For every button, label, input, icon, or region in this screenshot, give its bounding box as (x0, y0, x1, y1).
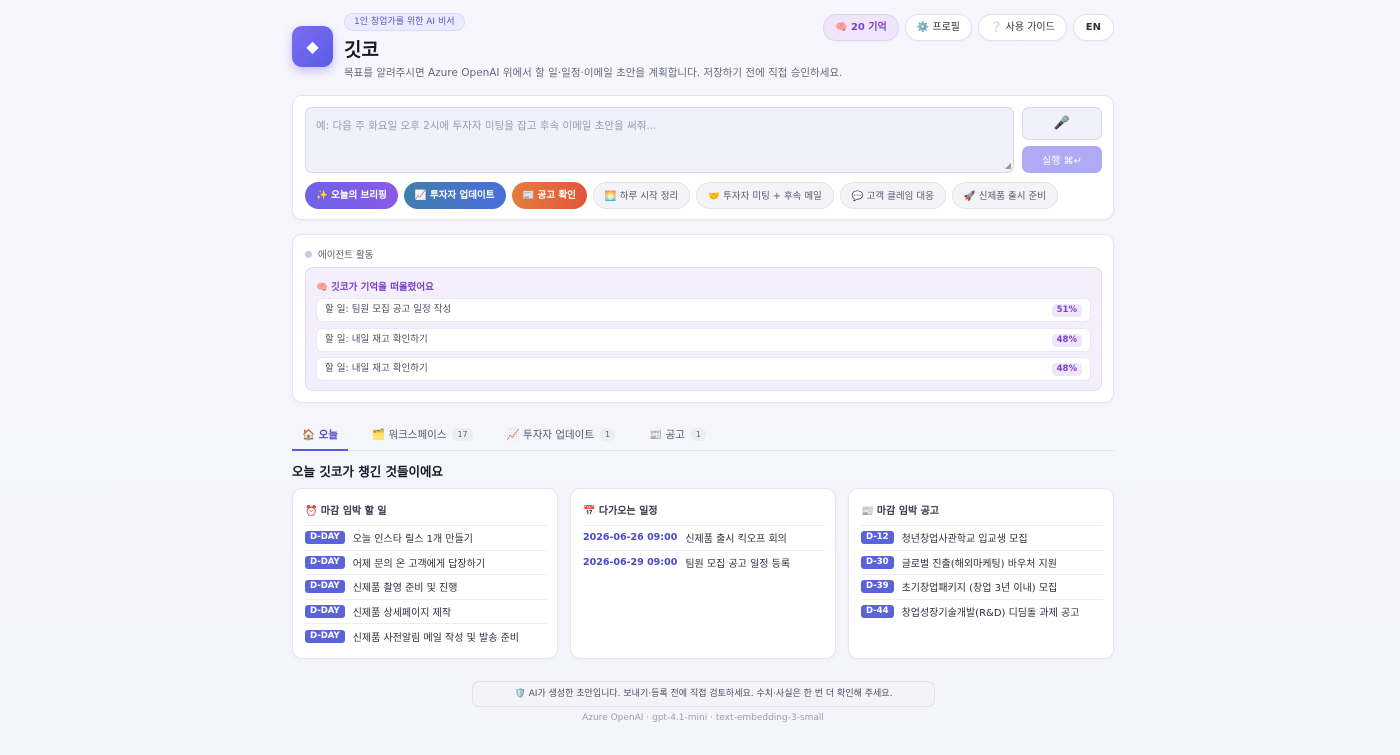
notice-text: 청년창업사관학교 입교생 모집 (901, 534, 1028, 546)
due-tasks-list: D-DAY 오늘 인스타 릴스 1개 만들기 D-DAY 어제 문의 온 고객에게 … (305, 525, 547, 648)
chip-notice-check[interactable]: 📰 공고 확인 (511, 182, 587, 209)
app-title: 깃코 (344, 39, 379, 61)
due-badge: D-DAY (305, 531, 345, 545)
resize-handle-icon[interactable]: ◢ (1005, 161, 1011, 170)
task-text: 신제품 사전알림 메일 작성 및 발송 준비 (352, 632, 519, 644)
notice-text: 초기창업패키지 (창업 3년 이내) 모집 (901, 583, 1058, 595)
header-actions: 🧠 20 기억 ⚙️ 프로필 ❔ 사용 가이드 EN (823, 14, 1114, 41)
task-item[interactable]: D-DAY 오늘 인스타 릴스 1개 만들기 (305, 525, 547, 550)
status-dot-icon (305, 250, 312, 258)
chip-investor-meeting[interactable]: 🤝 투자자 미팅 + 후속 메일 (696, 182, 834, 209)
composer-card: 예: 다음 주 화요일 오후 2시에 투자자 미팅을 잡고 후속 이메일 초안을… (292, 95, 1114, 220)
app-description: 목표를 알려주시면 Azure OpenAI 위에서 할 일·일정·이메일 초안… (344, 67, 843, 79)
due-badge: D-12 (861, 531, 894, 545)
due-tasks-card: ⏰ 마감 임박 할 일 D-DAY 오늘 인스타 릴스 1개 만들기 D-DAY 어… (292, 488, 558, 659)
task-item[interactable]: D-DAY 어제 문의 온 고객에게 답장하기 (305, 549, 547, 575)
today-section-title: 오늘 깃코가 챙긴 것들이에요 (292, 464, 444, 479)
model-info-footer: Azure OpenAI · gpt-4.1-mini · text-embed… (582, 713, 824, 723)
task-item[interactable]: D-DAY 신제품 촬영 준비 및 진행 (305, 574, 547, 599)
chip-daily-briefing[interactable]: ✨ 오늘의 브리핑 (305, 182, 398, 209)
task-item[interactable]: D-DAY 신제품 사전알림 메일 작성 및 발송 준비 (305, 623, 547, 648)
notice-item[interactable]: D-30 글로벌 진출(해외마케팅) 바우처 지원 (861, 549, 1103, 575)
chip-product-launch[interactable]: 🚀 신제품 출시 준비 (951, 182, 1058, 209)
memory-item: 할 일: 팀원 모집 공고 일정 작성 51% (316, 298, 1091, 322)
run-button[interactable]: 실행 ⌘↵ (1022, 146, 1102, 173)
due-badge: D-DAY (305, 555, 345, 569)
due-badge: D-DAY (305, 605, 345, 619)
app-logo-icon: ◆ (292, 26, 333, 67)
notice-text: 창업성장기술개발(R&D) 디딤돌 과제 공고 (901, 608, 1080, 620)
memory-item: 할 일: 내일 재고 확인하기 48% (316, 327, 1091, 352)
tab-count-badge: 1 (690, 428, 706, 441)
schedule-item[interactable]: 2026-06-29 09:00 팀원 모집 공고 일정 등록 (583, 549, 825, 575)
upcoming-schedule-card: 📅 다가오는 일정 2026-06-26 09:00 신제품 출시 킥오프 회의 … (570, 488, 836, 659)
task-text: 신제품 상세페이지 제작 (352, 608, 452, 620)
due-tasks-title: ⏰ 마감 임박 할 일 (305, 506, 387, 517)
tab-label: 📈 투자자 업데이트 (506, 429, 594, 441)
agent-activity-card: 에이전트 활동 🧠 깃코가 기억을 떠올렸어요 할 일: 팀원 모집 공고 일정… (292, 234, 1114, 403)
memory-recall-title: 🧠 깃코가 기억을 떠올렸어요 (316, 282, 434, 293)
agent-activity-heading: 에이전트 활동 (305, 247, 373, 261)
tab-count-badge: 17 (452, 428, 473, 441)
prompt-input[interactable]: 예: 다음 주 화요일 오후 2시에 투자자 미팅을 잡고 후속 이메일 초안을… (305, 107, 1014, 173)
schedule-date: 2026-06-26 09:00 (583, 532, 678, 544)
notice-text: 글로벌 진출(해외마케팅) 바우처 지원 (901, 558, 1057, 570)
notice-item[interactable]: D-12 청년창업사관학교 입교생 모집 (861, 525, 1103, 550)
tab-investor-update[interactable]: 📈 투자자 업데이트 1 (497, 420, 625, 451)
notices-list: D-12 청년창업사관학교 입교생 모집 D-30 글로벌 진출(해외마케팅) 바우… (861, 525, 1103, 623)
tab-count-badge: 1 (600, 428, 616, 441)
notice-item[interactable]: D-44 창업성장기술개발(R&D) 디딤돌 과제 공고 (861, 598, 1103, 624)
main-tabs: 🏠 오늘 🗂️ 워크스페이스 17 📈 투자자 업데이트 1 📰 공고 1 (292, 420, 1114, 451)
task-text: 오늘 인스타 릴스 1개 만들기 (352, 534, 473, 546)
notice-item[interactable]: D-39 초기창업패키지 (창업 3년 이내) 모집 (861, 574, 1103, 599)
due-badge: D-DAY (305, 580, 345, 594)
schedule-date: 2026-06-29 09:00 (583, 556, 678, 568)
tab-label: 🗂️ 워크스페이스 (372, 429, 447, 441)
chip-investor-update[interactable]: 📈 투자자 업데이트 (403, 182, 506, 209)
microphone-button[interactable]: 🎤 (1022, 107, 1102, 140)
due-badge: D-39 (861, 580, 894, 594)
page: ◆ 1인 창업가를 위한 AI 비서 깃코 목표를 알려주시면 Azure Op… (292, 0, 1114, 723)
schedule-text: 신제품 출시 킥오프 회의 (685, 534, 787, 546)
memory-score-badge: 48% (1051, 333, 1082, 347)
tab-notices[interactable]: 📰 공고 1 (639, 420, 716, 451)
memory-score-badge: 51% (1051, 304, 1082, 317)
memory-recall-panel: 🧠 깃코가 기억을 떠올렸어요 할 일: 팀원 모집 공고 일정 작성 51% … (305, 267, 1102, 391)
header: ◆ 1인 창업가를 위한 AI 비서 깃코 목표를 알려주시면 Azure Op… (292, 0, 1114, 92)
task-text: 신제품 촬영 준비 및 진행 (352, 583, 458, 595)
tab-workspace[interactable]: 🗂️ 워크스페이스 17 (362, 420, 483, 451)
prompt-placeholder: 예: 다음 주 화요일 오후 2시에 투자자 미팅을 잡고 후속 이메일 초안을… (316, 120, 657, 132)
memory-item-text: 할 일: 내일 재고 확인하기 (325, 333, 428, 345)
quick-action-chips: ✨ 오늘의 브리핑 📈 투자자 업데이트 📰 공고 확인 🌅 하루 시작 정리 … (305, 182, 1058, 209)
chip-customer-claim[interactable]: 💬 고객 클레임 대응 (839, 182, 946, 209)
memory-item-text: 할 일: 팀원 모집 공고 일정 작성 (325, 304, 452, 315)
memory-score-badge: 48% (1051, 363, 1082, 376)
memory-button[interactable]: 🧠 20 기억 (823, 14, 899, 41)
task-text: 어제 문의 온 고객에게 답장하기 (352, 558, 486, 570)
due-badge: D-30 (861, 555, 894, 569)
due-notices-card: 📰 마감 임박 공고 D-12 청년창업사관학교 입교생 모집 D-30 글로벌 진… (848, 488, 1114, 659)
memory-item: 할 일: 내일 재고 확인하기 48% (316, 357, 1091, 381)
tab-label: 🏠 오늘 (302, 429, 339, 441)
tab-label: 📰 공고 (649, 429, 685, 441)
upcoming-schedule-title: 📅 다가오는 일정 (583, 506, 658, 517)
task-item[interactable]: D-DAY 신제품 상세페이지 제작 (305, 598, 547, 624)
ai-disclaimer-banner: 🛡️ AI가 생성한 초안입니다. 보내기·등록 전에 직접 검토하세요. 수치… (472, 681, 935, 707)
schedule-list: 2026-06-26 09:00 신제품 출시 킥오프 회의 2026-06-29… (583, 525, 825, 574)
language-toggle-button[interactable]: EN (1072, 14, 1114, 41)
due-badge: D-DAY (305, 629, 345, 643)
due-notices-title: 📰 마감 임박 공고 (861, 506, 940, 517)
due-badge: D-44 (861, 605, 894, 619)
chip-morning-setup[interactable]: 🌅 하루 시작 정리 (592, 182, 691, 209)
memory-item-text: 할 일: 내일 재고 확인하기 (325, 363, 428, 374)
agent-activity-label: 에이전트 활동 (318, 250, 374, 261)
schedule-text: 팀원 모집 공고 일정 등록 (685, 558, 791, 570)
tagline-badge: 1인 창업가를 위한 AI 비서 (344, 13, 465, 31)
schedule-item[interactable]: 2026-06-26 09:00 신제품 출시 킥오프 회의 (583, 525, 825, 550)
profile-button[interactable]: ⚙️ 프로필 (904, 14, 972, 41)
tab-today[interactable]: 🏠 오늘 (292, 420, 349, 451)
guide-button[interactable]: ❔ 사용 가이드 (977, 14, 1067, 41)
